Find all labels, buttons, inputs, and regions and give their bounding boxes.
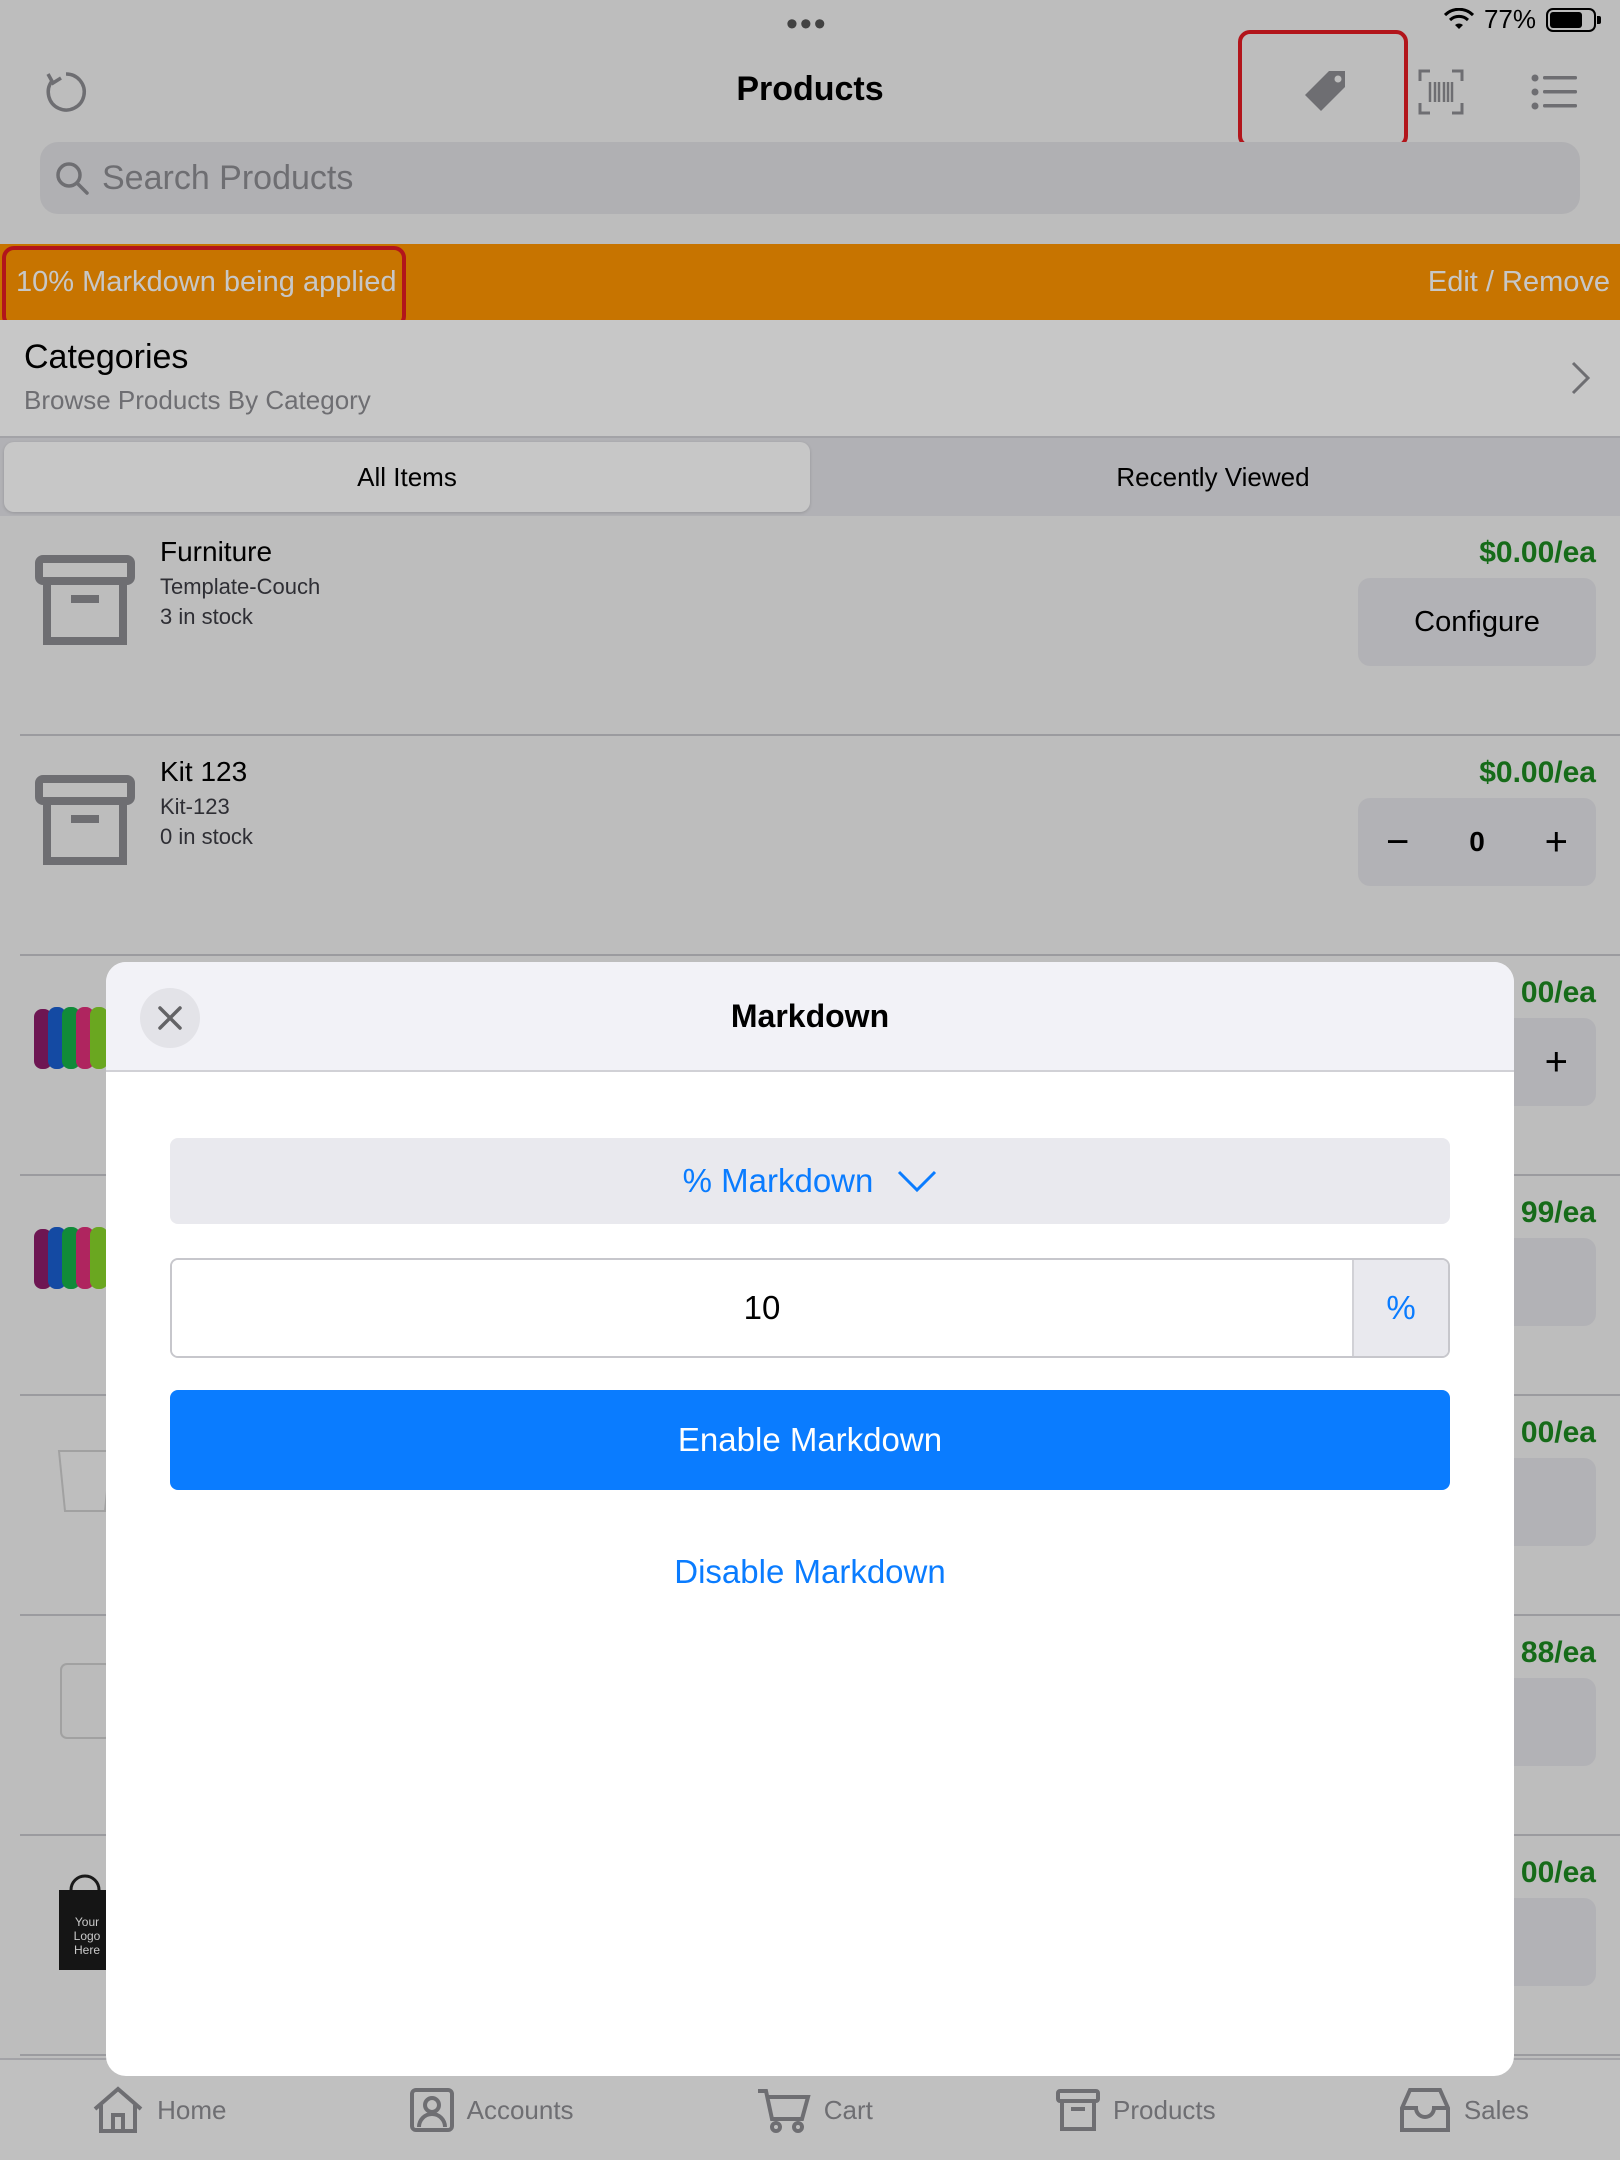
markdown-type-select[interactable]: % Markdown	[170, 1138, 1450, 1224]
enable-markdown-button[interactable]: Enable Markdown	[170, 1390, 1450, 1490]
modal-title: Markdown	[730, 998, 890, 1034]
markdown-value-field: %	[170, 1258, 1450, 1358]
markdown-modal: Markdown % Markdown % Enable Markdown Di…	[106, 962, 1514, 2076]
disable-markdown-button[interactable]: Disable Markdown	[170, 1522, 1450, 1622]
modal-header: Markdown	[106, 962, 1514, 1072]
chevron-down-icon	[898, 1170, 937, 1193]
markdown-type-label: % Markdown	[682, 1162, 874, 1199]
percent-unit-label: %	[1352, 1260, 1448, 1356]
markdown-value-input[interactable]	[172, 1260, 1352, 1356]
